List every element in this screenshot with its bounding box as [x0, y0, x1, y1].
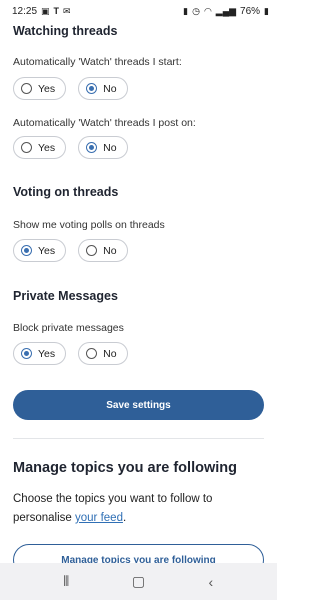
radio-checked-icon	[21, 348, 32, 359]
radio-block-pm-yes[interactable]: Yes	[13, 342, 67, 365]
manage-topics-description: Choose the topics you want to follow to …	[13, 490, 263, 528]
divider	[13, 438, 264, 439]
battery-icon: ▮	[264, 5, 269, 16]
radio-checked-icon	[86, 142, 98, 153]
back-icon[interactable]: ‹	[191, 567, 231, 597]
radio-checked-icon	[21, 245, 32, 256]
section-title-private-messages: Private Messages	[13, 289, 118, 303]
radio-label: Yes	[38, 141, 56, 154]
t-icon: T	[53, 5, 60, 16]
radio-label: No	[103, 82, 117, 95]
radio-label: Yes	[38, 82, 56, 95]
radio-label: Yes	[38, 347, 56, 360]
radio-label: No	[103, 244, 117, 257]
radio-unchecked-icon	[21, 83, 32, 94]
section-title-voting: Voting on threads	[13, 185, 119, 199]
radio-watch-start-yes[interactable]: Yes	[13, 77, 67, 100]
signal-icon: ▂▄▆	[215, 5, 237, 16]
android-nav-bar: ⦀ ▢ ‹	[0, 563, 277, 600]
radio-block-pm-no[interactable]: No	[78, 342, 129, 365]
radio-group-watch-post: Yes No	[13, 136, 129, 159]
radio-group-block-pm: Yes No	[13, 342, 129, 365]
your-feed-link[interactable]: your feed	[75, 512, 123, 524]
question-block-pm: Block private messages	[13, 322, 124, 334]
radio-watch-post-yes[interactable]: Yes	[13, 136, 67, 159]
image-icon: ▣	[41, 5, 50, 16]
radio-group-watch-start: Yes No	[13, 77, 129, 100]
radio-label: No	[103, 141, 117, 154]
radio-unchecked-icon	[86, 245, 98, 256]
radio-watch-start-no[interactable]: No	[78, 77, 129, 100]
manage-topics-title: Manage topics you are following	[13, 460, 237, 476]
question-watch-start: Automatically 'Watch' threads I start:	[13, 56, 182, 68]
status-bar: 12:25 ▣ T ✉ ▮ ◷ ◠ ▂▄▆ 76% ▮	[0, 0, 277, 22]
wifi-icon: ◠	[203, 5, 212, 16]
home-icon[interactable]: ▢	[118, 567, 158, 597]
radio-unchecked-icon	[21, 142, 32, 153]
question-voting-polls: Show me voting polls on threads	[13, 219, 165, 231]
radio-checked-icon	[86, 83, 98, 94]
alarm-icon: ◷	[192, 5, 200, 16]
radio-label: Yes	[38, 244, 56, 257]
radio-unchecked-icon	[86, 348, 98, 359]
radio-label: No	[103, 347, 117, 360]
radio-voting-yes[interactable]: Yes	[13, 239, 67, 262]
description-end: .	[122, 512, 127, 524]
radio-group-voting: Yes No	[13, 239, 129, 262]
radio-watch-post-no[interactable]: No	[78, 136, 129, 159]
section-title-watching: Watching threads	[13, 24, 118, 38]
question-watch-post: Automatically 'Watch' threads I post on:	[13, 117, 196, 129]
lock-icon: ▮	[183, 5, 189, 16]
recents-icon[interactable]: ⦀	[46, 567, 86, 597]
save-settings-button[interactable]: Save settings	[13, 390, 264, 420]
battery-percent: 76%	[240, 5, 261, 17]
status-time: 12:25	[12, 5, 38, 17]
radio-voting-no[interactable]: No	[78, 239, 129, 262]
mail-icon: ✉	[63, 5, 71, 16]
